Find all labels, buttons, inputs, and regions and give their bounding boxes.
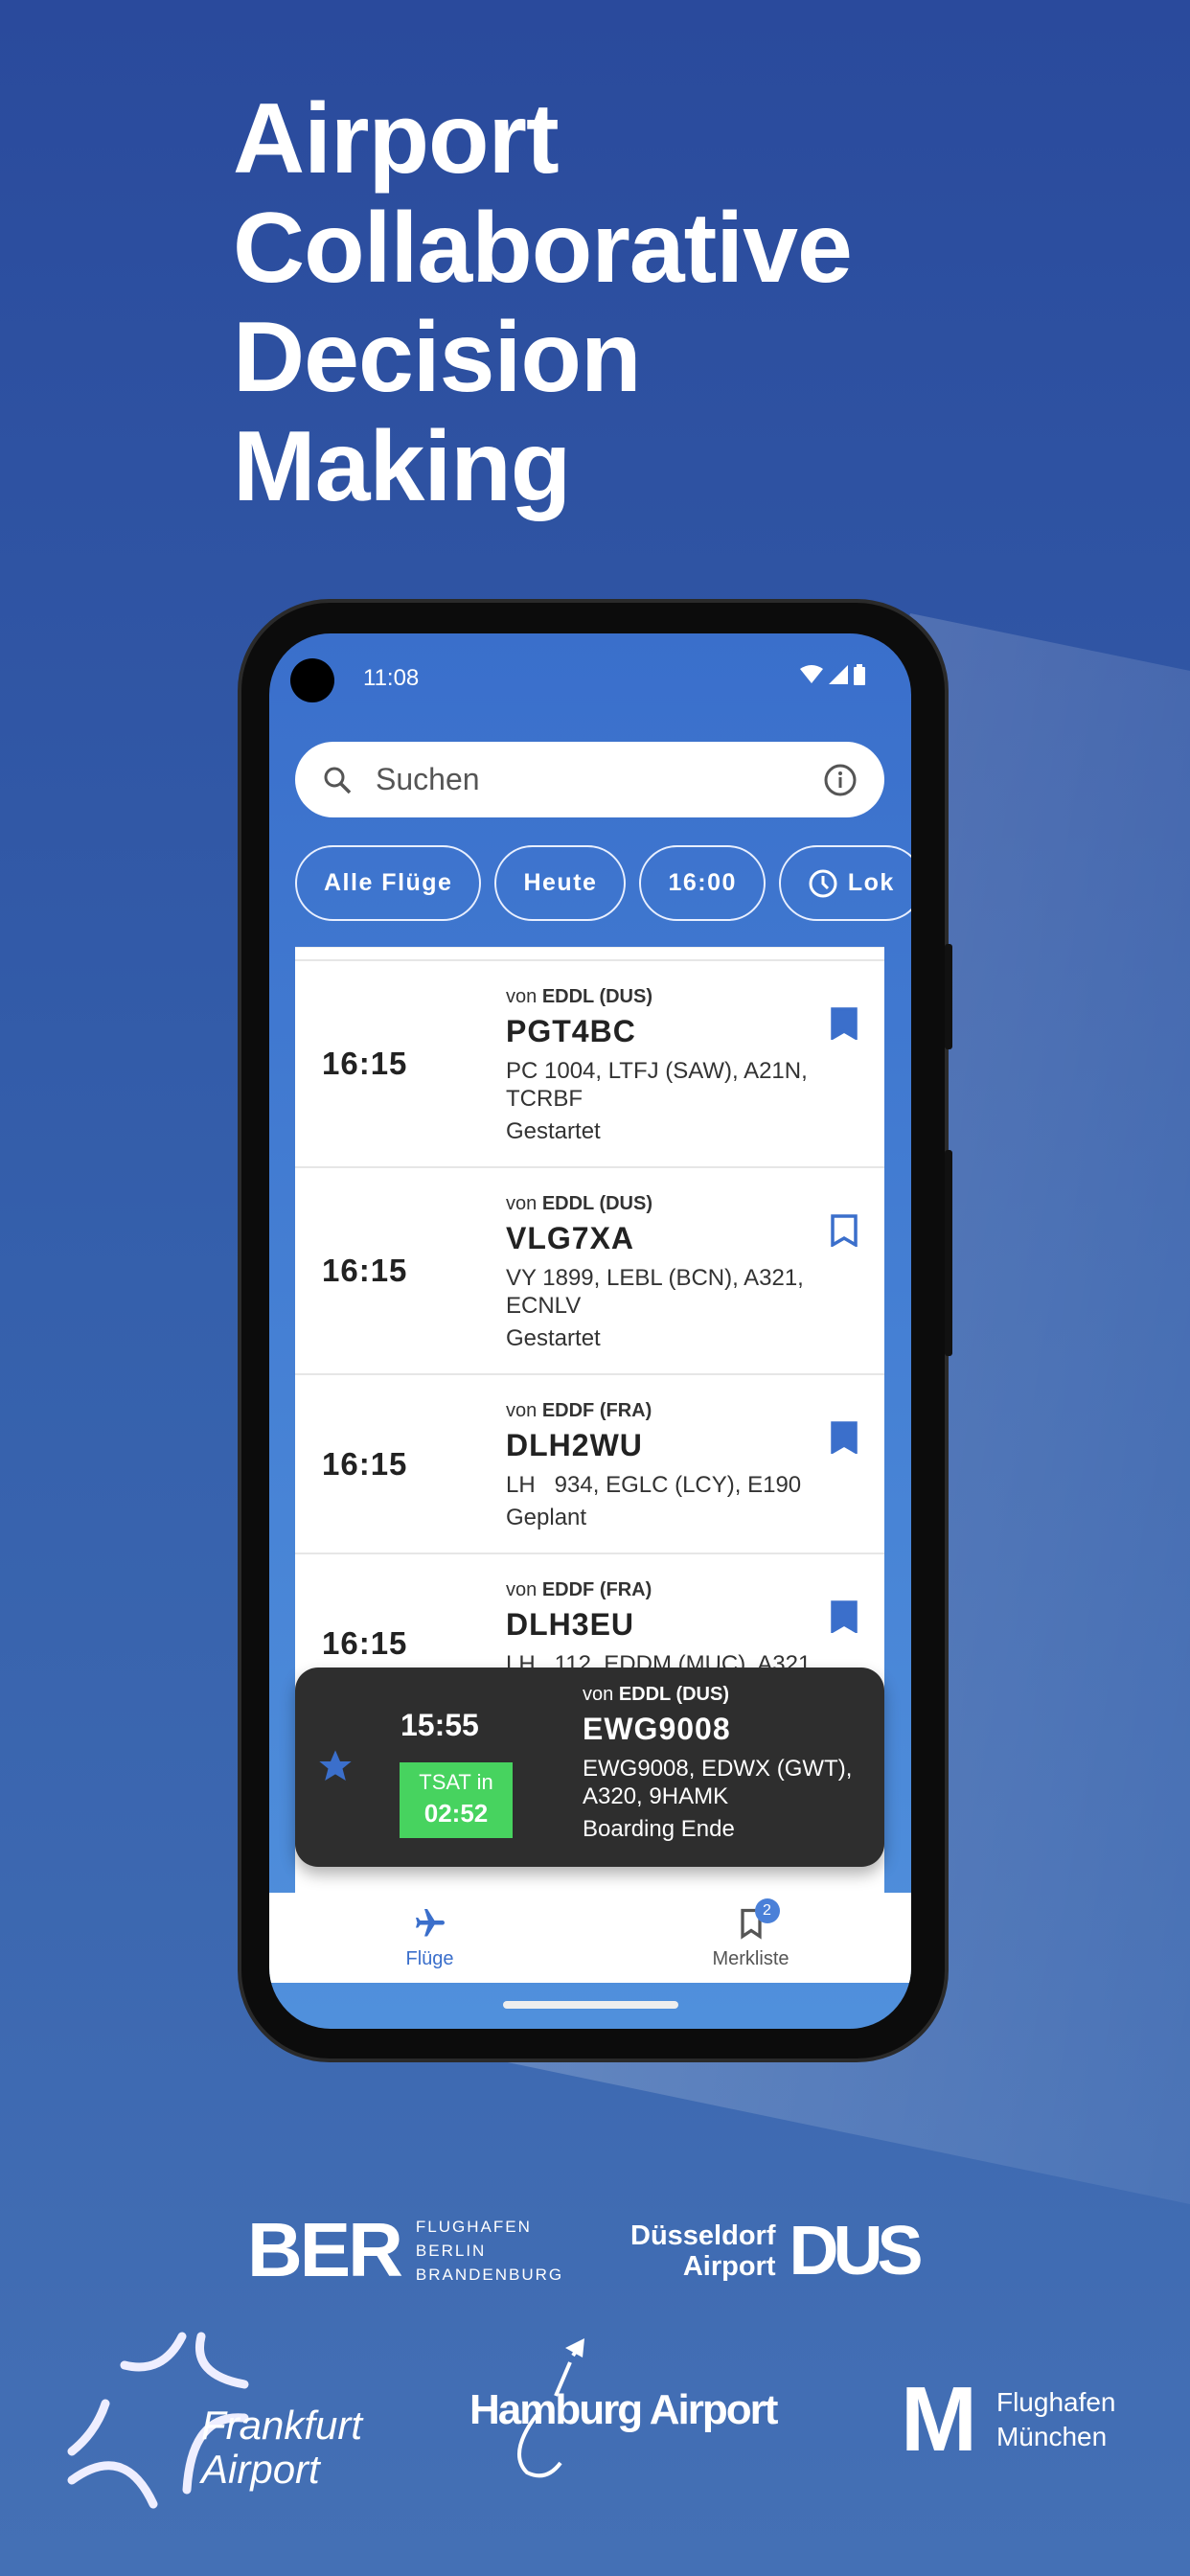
flight-details: VY 1899, LEBL (BCN), A321, ECNLV	[506, 1265, 804, 1319]
dus-text: Düsseldorf	[630, 2220, 776, 2251]
callsign: DLH3EU	[506, 1607, 635, 1642]
flight-details: PC 1004, LTFJ (SAW), A21N, TCRBF	[506, 1058, 808, 1112]
home-indicator[interactable]	[503, 2001, 678, 2009]
frankfurt-logo: Frankfurt Airport	[67, 2327, 362, 2514]
munich-text: München	[995, 2422, 1108, 2451]
callsign: VLG7XA	[506, 1221, 635, 1255]
flight-status: Gestartet	[506, 1325, 601, 1351]
flight-row[interactable]: 16:15 von EDDL (DUS) VLG7XA VY 1899, LEB…	[295, 1166, 884, 1373]
bookmark-icon[interactable]	[831, 1421, 858, 1454]
wifi-icon	[800, 665, 823, 683]
pinned-time: 15:55	[400, 1708, 479, 1742]
nav-watchlist[interactable]: 2 Merkliste	[590, 1893, 911, 1983]
app-screen: 11:08 Suchen Alle Flüge Heute 16:00 Lok …	[269, 633, 911, 2029]
dus-text: Airport	[682, 2251, 776, 2282]
ber-mark: BER	[247, 2207, 403, 2292]
bookmark-icon[interactable]	[831, 1600, 858, 1633]
bottom-nav: Flüge 2 Merkliste	[269, 1893, 911, 1983]
from-prefix: von	[506, 1579, 538, 1600]
signal-icon	[829, 665, 848, 684]
frankfurt-text: Frankfurt	[201, 2403, 363, 2448]
chip-label: Lok	[847, 869, 895, 896]
hamburg-text: Hamburg Airport	[469, 2386, 778, 2433]
clock-icon	[809, 869, 837, 897]
watchlist-count-badge: 2	[754, 1898, 780, 1923]
bookmark-icon[interactable]	[831, 1007, 858, 1040]
airplane-icon	[415, 1909, 445, 1937]
callsign: PGT4BC	[506, 1014, 636, 1048]
chip-label: Alle Flüge	[324, 869, 453, 896]
volume-button	[945, 944, 952, 1049]
from-prefix: von	[506, 1193, 538, 1214]
from-prefix: von	[583, 1684, 614, 1705]
battery-icon	[854, 664, 865, 685]
flight-time: 16:15	[322, 1445, 408, 1482]
star-icon[interactable]	[316, 1747, 355, 1785]
filter-chips: Alle Flüge Heute 16:00 Lok	[295, 845, 911, 921]
munich-text: Flughafen	[995, 2387, 1116, 2417]
power-button	[945, 1150, 952, 1356]
ber-logo: BER FLUGHAFEN BERLIN BRANDENBURG	[247, 2206, 563, 2294]
from-airport: EDDF (FRA)	[541, 1579, 652, 1600]
chip-time[interactable]: 16:00	[639, 845, 766, 921]
tsat-badge: TSAT in 02:52	[400, 1762, 513, 1838]
status-bar: 11:08	[269, 633, 911, 720]
frankfurt-text: Airport	[201, 2447, 320, 2492]
bookmark-icon[interactable]	[831, 1214, 858, 1247]
tsat-label: TSAT in	[419, 1770, 493, 1794]
headline-line: Decision	[233, 302, 641, 413]
search-icon	[324, 767, 352, 794]
flight-time: 16:15	[322, 1046, 408, 1081]
status-time: 11:08	[363, 665, 420, 691]
ber-text: BERLIN	[415, 2241, 487, 2260]
tsat-value: 02:52	[423, 1799, 489, 1828]
search-input[interactable]: Suchen	[295, 742, 884, 817]
munich-logo: M Flughafen München	[901, 2367, 1116, 2472]
dus-logo: Düsseldorf Airport DUS	[630, 2212, 924, 2290]
flight-time: 16:15	[322, 1253, 408, 1288]
info-icon[interactable]	[823, 763, 858, 797]
chip-all-flights[interactable]: Alle Flüge	[295, 845, 482, 921]
headline-line: Making	[233, 411, 571, 522]
chip-today[interactable]: Heute	[494, 845, 627, 921]
chip-label: 16:00	[668, 869, 737, 896]
munich-mark: M	[901, 2368, 977, 2471]
search-placeholder: Suchen	[376, 762, 480, 796]
nav-flights[interactable]: Flüge	[269, 1893, 590, 1983]
from-airport: EDDF (FRA)	[541, 1400, 652, 1421]
ber-text: BRANDENBURG	[415, 2265, 564, 2284]
headline-line: Airport	[233, 83, 560, 195]
flight-row[interactable]: 16:15 von EDDF (FRA) DLH2WU LH 934, EGLC…	[295, 1373, 884, 1552]
callsign: DLH2WU	[506, 1428, 643, 1462]
dus-mark: DUS	[789, 2213, 923, 2289]
headline-line: Collaborative	[233, 193, 853, 304]
callsign: EWG9008	[583, 1712, 731, 1746]
chip-label: Heute	[523, 869, 598, 896]
from-airport: EDDL (DUS)	[541, 986, 652, 1007]
from-prefix: von	[506, 986, 538, 1007]
from-airport: EDDL (DUS)	[618, 1684, 729, 1705]
from-prefix: von	[506, 1400, 538, 1421]
pinned-flight-card[interactable]: 15:55 TSAT in 02:52 von EDDL (DUS) EWG90…	[295, 1668, 884, 1867]
ber-text: FLUGHAFEN	[415, 2217, 532, 2236]
flight-status: Gestartet	[506, 1118, 601, 1144]
flight-status: Boarding Ende	[583, 1816, 735, 1842]
flight-details: EWG9008, EDWX (GWT), A320, 9HAMK	[583, 1756, 853, 1809]
flight-status: Geplant	[506, 1505, 587, 1530]
flight-row[interactable]: 16:15 von EDDL (DUS) PGT4BC PC 1004, LTF…	[295, 959, 884, 1166]
flight-details: LH 934, EGLC (LCY), E190	[506, 1472, 802, 1498]
nav-label: Flüge	[405, 1948, 454, 1969]
nav-label: Merkliste	[712, 1948, 790, 1969]
from-airport: EDDL (DUS)	[541, 1193, 652, 1214]
headline: Airport Collaborative Decision Making	[233, 83, 853, 522]
chip-local-time[interactable]: Lok	[778, 845, 911, 921]
camera-icon	[290, 658, 334, 702]
flight-time: 16:15	[322, 1624, 408, 1661]
